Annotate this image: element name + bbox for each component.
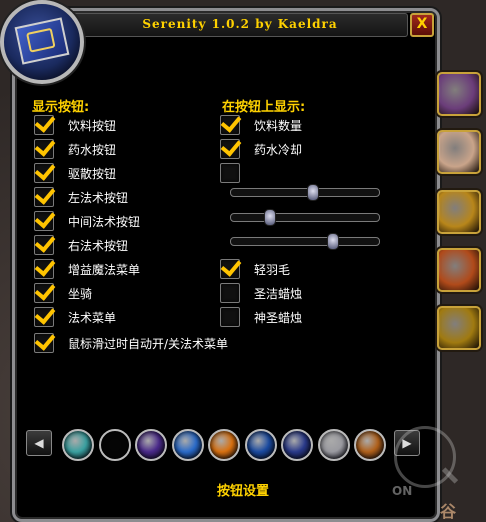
- left-option-4-label: 左法术按钮: [68, 191, 129, 205]
- right-option-2-label: 药水冷却: [254, 143, 303, 157]
- middle-spell-slider[interactable]: [230, 209, 380, 226]
- spellbook-icon: [14, 17, 70, 65]
- empty-orb-icon[interactable]: [98, 429, 131, 461]
- close-button[interactable]: X: [410, 13, 434, 37]
- watermark-text: ON: [392, 484, 413, 498]
- left-option-4[interactable]: 左法术按钮: [34, 187, 214, 209]
- right-lower-option-3[interactable]: 神圣蜡烛: [220, 307, 400, 329]
- show-buttons-header: 显示按钮:: [32, 100, 90, 115]
- left-option-1[interactable]: 饮料按钮: [34, 115, 214, 137]
- right-lower-option-2-checkbox[interactable]: [220, 283, 240, 303]
- left-option-2-label: 药水按钮: [68, 143, 117, 157]
- gears-icon[interactable]: [437, 190, 481, 234]
- right-lower-option-1-label: 轻羽毛: [254, 263, 291, 277]
- right-option-1-checkbox[interactable]: [220, 115, 240, 135]
- left-option-8[interactable]: 坐骑: [34, 283, 214, 305]
- left-option-8-checkbox[interactable]: [34, 283, 54, 303]
- left-option-4-checkbox[interactable]: [34, 187, 54, 207]
- left-option-2-checkbox[interactable]: [34, 139, 54, 159]
- watermark-glyph: 谷: [440, 502, 457, 521]
- show-on-buttons-header: 在按钮上显示:: [222, 100, 306, 115]
- left-option-1-checkbox[interactable]: [34, 115, 54, 135]
- left-option-1-label: 饮料按钮: [68, 119, 117, 133]
- right-option-3-checkbox[interactable]: [220, 163, 240, 183]
- left-option-7-label: 增益魔法菜单: [68, 263, 141, 277]
- right-lower-option-1-checkbox[interactable]: [220, 259, 240, 279]
- right-lower-option-2-label: 圣洁蜡烛: [254, 287, 303, 301]
- addon-portrait: [0, 0, 84, 84]
- purple-orb-icon[interactable]: [135, 429, 167, 461]
- skull-icon[interactable]: [437, 306, 481, 350]
- left-option-6[interactable]: 右法术按钮: [34, 235, 214, 257]
- right-option-1[interactable]: 饮料数量: [220, 115, 400, 137]
- mouseover-checkbox[interactable]: [34, 333, 54, 353]
- left-option-7[interactable]: 增益魔法菜单: [34, 259, 214, 281]
- left-option-5[interactable]: 中间法术按钮: [34, 211, 214, 233]
- slider-thumb[interactable]: [326, 233, 339, 250]
- left-option-6-label: 右法术按钮: [68, 239, 129, 253]
- button-selector-bar: ◀ ▶: [24, 426, 424, 461]
- shield-disc-icon[interactable]: [437, 248, 481, 292]
- right-option-2[interactable]: 药水冷却: [220, 139, 400, 161]
- mouseover-label: 鼠标滑过时自动开/关法术菜单: [68, 337, 229, 351]
- slider-thumb[interactable]: [307, 184, 320, 201]
- right-lower-option-3-label: 神圣蜡烛: [254, 311, 303, 325]
- flame-orb-icon[interactable]: [208, 429, 240, 461]
- left-option-3-label: 驱散按钮: [68, 167, 117, 181]
- right-lower-option-2[interactable]: 圣洁蜡烛: [220, 283, 400, 305]
- right-lower-option-1[interactable]: 轻羽毛: [220, 259, 400, 281]
- mouseover-option[interactable]: 鼠标滑过时自动开/关法术菜单: [34, 333, 334, 355]
- right-lower-option-3-checkbox[interactable]: [220, 307, 240, 327]
- prev-arrow-button[interactable]: ◀: [26, 430, 52, 456]
- left-option-2[interactable]: 药水按钮: [34, 139, 214, 161]
- right-option-1-label: 饮料数量: [254, 119, 303, 133]
- right-option-2-checkbox[interactable]: [220, 139, 240, 159]
- right-option-3[interactable]: [220, 163, 400, 185]
- left-option-9[interactable]: 法术菜单: [34, 307, 214, 329]
- left-option-8-label: 坐骑: [68, 287, 93, 301]
- backpack-icon[interactable]: [437, 72, 481, 116]
- spell-flash-icon[interactable]: [437, 130, 481, 174]
- slider-thumb[interactable]: [264, 209, 277, 226]
- left-option-6-checkbox[interactable]: [34, 235, 54, 255]
- blue-globe-icon[interactable]: [171, 429, 204, 461]
- left-option-9-checkbox[interactable]: [34, 307, 54, 327]
- left-option-5-label: 中间法术按钮: [68, 215, 141, 229]
- left-option-5-checkbox[interactable]: [34, 211, 54, 231]
- left-option-3-checkbox[interactable]: [34, 163, 54, 183]
- left-option-7-checkbox[interactable]: [34, 259, 54, 279]
- left-spell-slider[interactable]: [230, 184, 380, 201]
- star-orb-icon[interactable]: [281, 429, 313, 461]
- magnifier-watermark-icon: [394, 426, 456, 488]
- title-bar[interactable]: Serenity 1.0.2 by Kaeldra: [72, 13, 408, 37]
- ice-orb-icon[interactable]: [244, 429, 277, 461]
- left-option-3[interactable]: 驱散按钮: [34, 163, 214, 185]
- silver-orb-icon[interactable]: [317, 429, 350, 461]
- window-title: Serenity 1.0.2 by Kaeldra: [142, 17, 338, 31]
- left-option-9-label: 法术菜单: [68, 311, 117, 325]
- sun-orb-icon[interactable]: [354, 429, 386, 461]
- teal-orb-icon[interactable]: [62, 429, 94, 461]
- right-spell-slider[interactable]: [230, 233, 380, 250]
